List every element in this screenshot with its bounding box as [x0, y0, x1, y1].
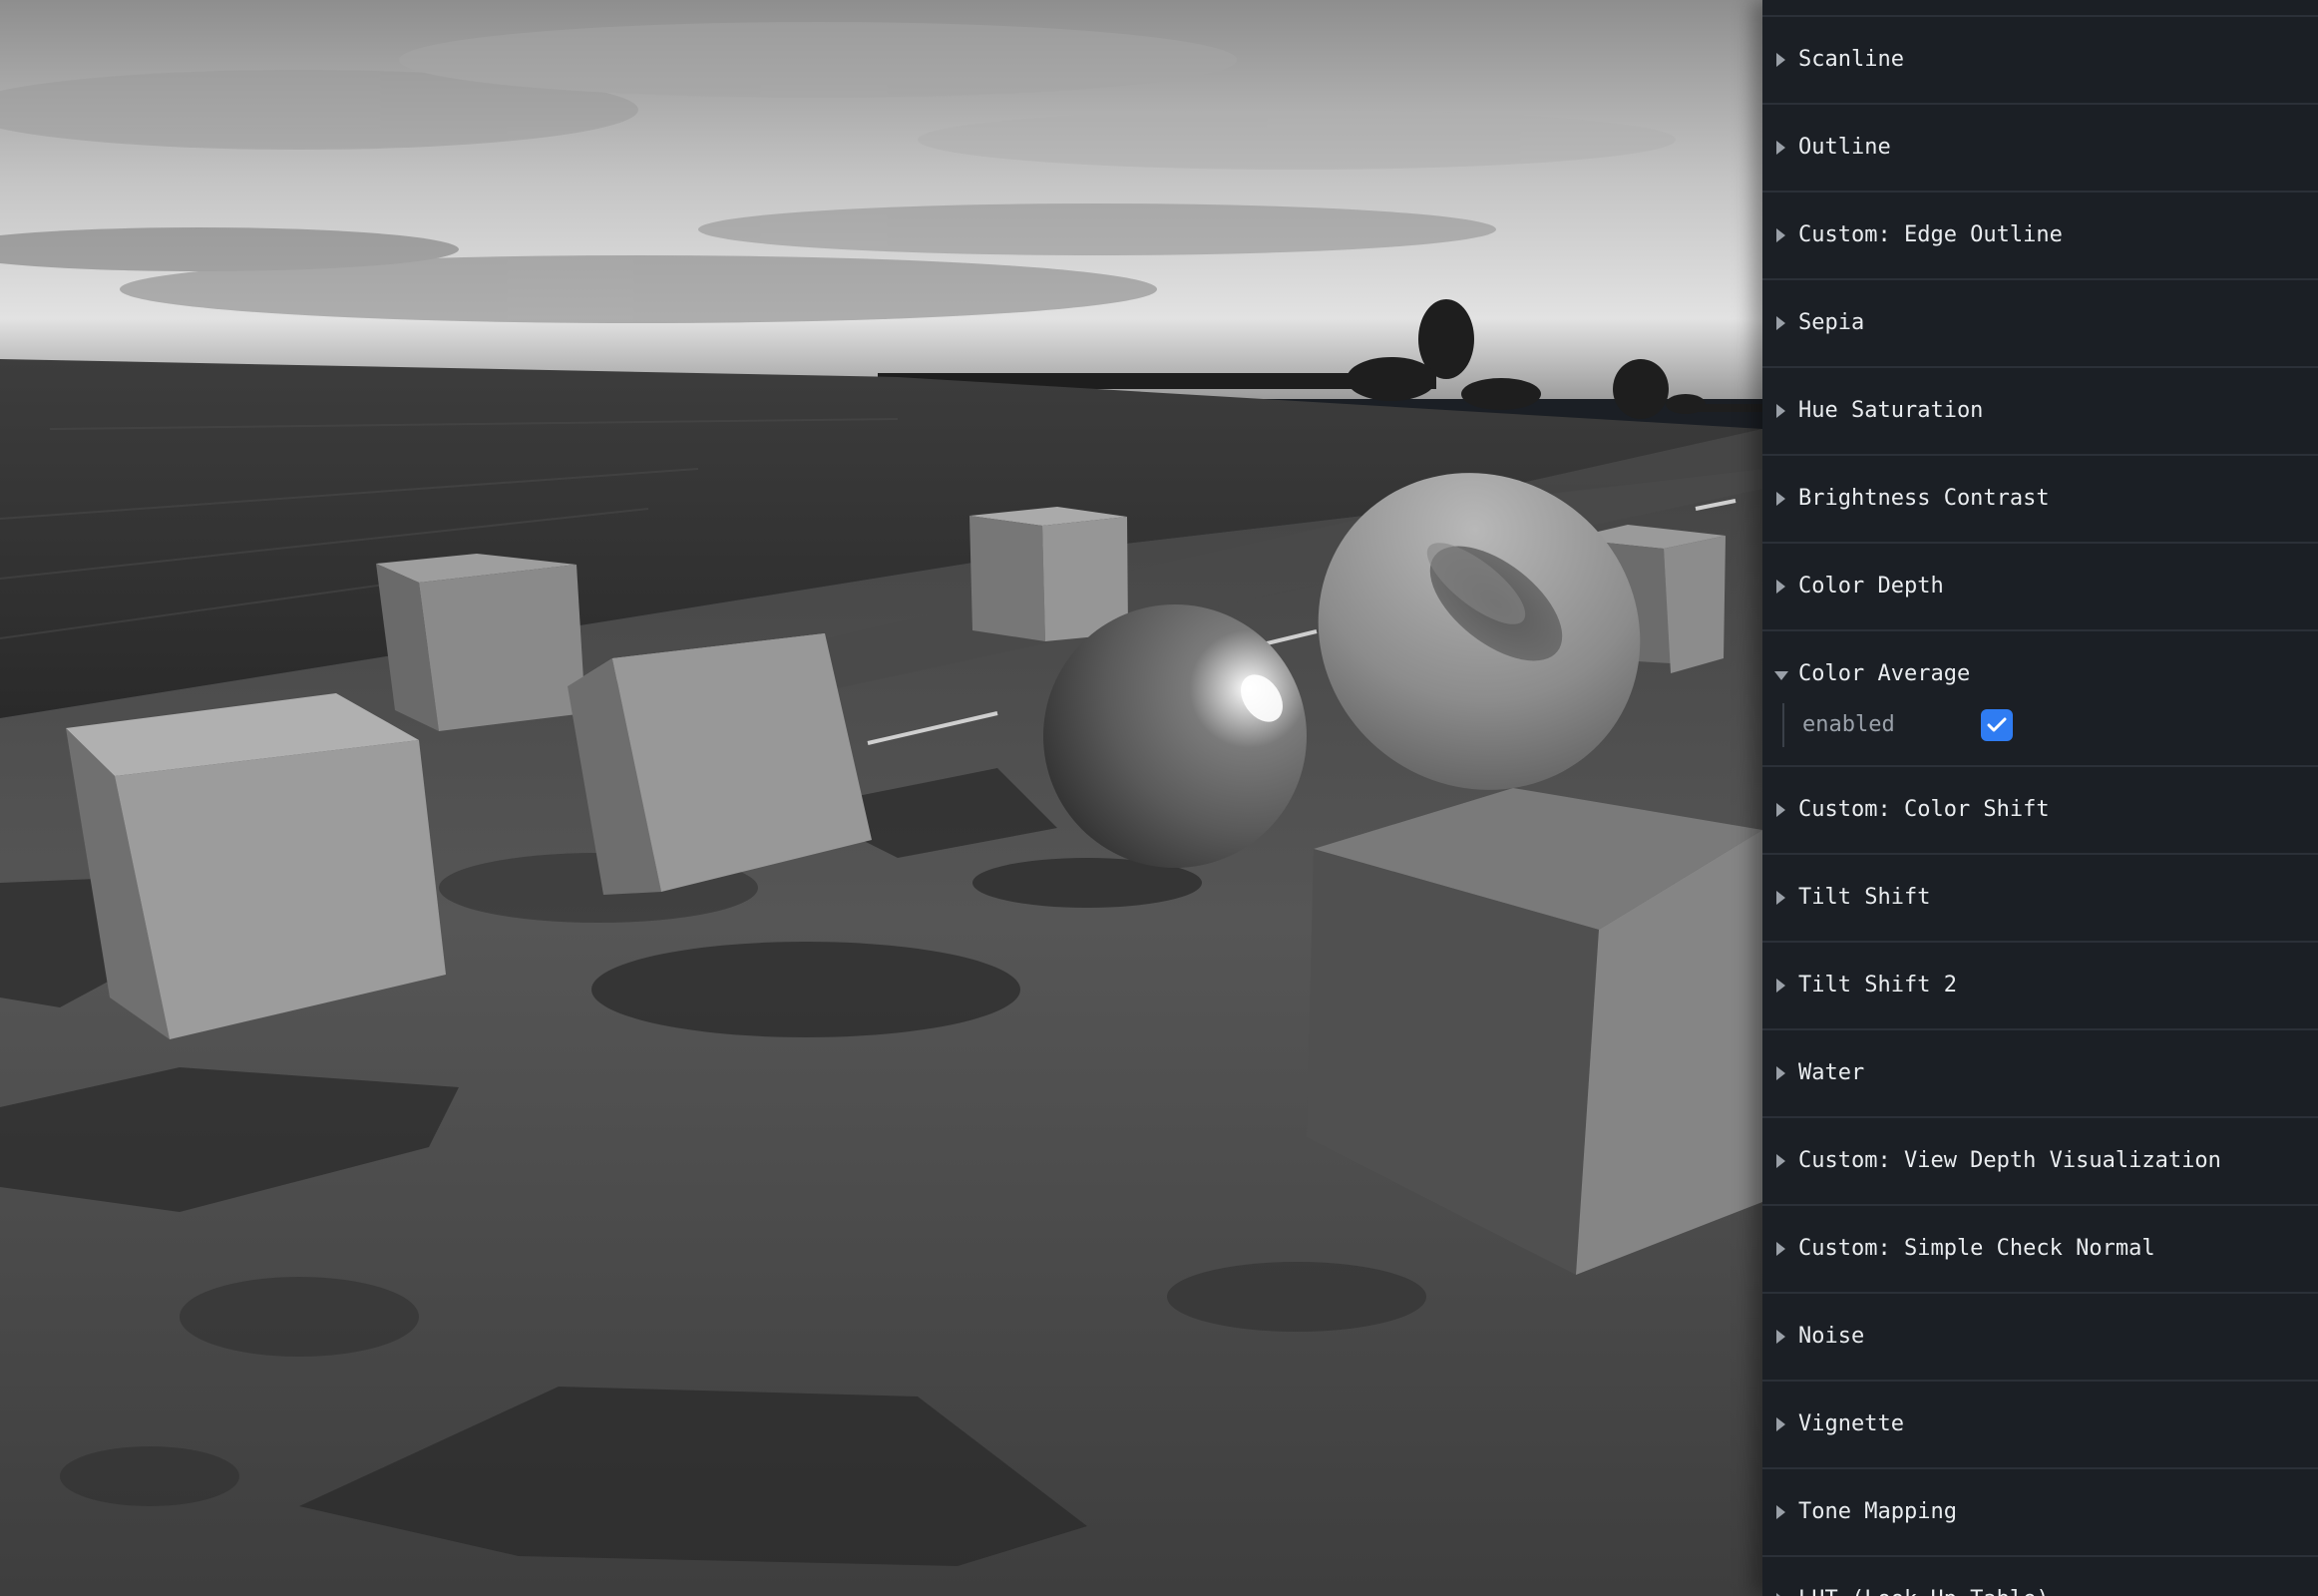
- folder-label: Hue Saturation: [1798, 398, 1984, 423]
- folder-label: Custom: Simple Check Normal: [1798, 1236, 2155, 1261]
- folder-label: Sepia: [1798, 310, 1865, 335]
- enabled-checkbox[interactable]: [1981, 709, 2013, 741]
- folder-label: Color Average: [1798, 661, 1971, 686]
- folder-label: LUT (Look Up Table): [1798, 1585, 2050, 1596]
- folder-label: Water: [1798, 1060, 1865, 1085]
- caret-right-icon: [1776, 1330, 1785, 1344]
- folder-tone-mapping[interactable]: Tone Mapping: [1762, 1469, 2318, 1557]
- folder-custom-color-shift[interactable]: Custom: Color Shift: [1762, 767, 2318, 855]
- folder-label: Custom: Edge Outline: [1798, 222, 2063, 247]
- caret-right-icon: [1776, 1505, 1785, 1519]
- folder-lut[interactable]: LUT (Look Up Table): [1762, 1557, 2318, 1596]
- folder-label: Custom: Color Shift: [1798, 797, 2050, 822]
- metallic-sphere[interactable]: [1043, 604, 1307, 868]
- panel-top-divider: [1762, 0, 2318, 17]
- caret-right-icon: [1776, 1242, 1785, 1256]
- folder-tilt-shift[interactable]: Tilt Shift: [1762, 855, 2318, 943]
- scene-viewport[interactable]: [0, 0, 1762, 1596]
- cube-front-left[interactable]: [66, 693, 446, 1039]
- caret-right-icon: [1776, 580, 1785, 594]
- folder-label: Tilt Shift 2: [1798, 973, 1957, 998]
- folder-label: Color Depth: [1798, 574, 1944, 598]
- caret-right-icon: [1776, 492, 1785, 506]
- folder-label: Brightness Contrast: [1798, 486, 2050, 511]
- folder-color-average[interactable]: Color Average enabled: [1762, 631, 2318, 767]
- caret-right-icon: [1776, 803, 1785, 817]
- folder-custom-edge-outline[interactable]: Custom: Edge Outline: [1762, 193, 2318, 280]
- control-label: enabled: [1802, 712, 1895, 737]
- caret-right-icon: [1776, 1066, 1785, 1080]
- caret-right-icon: [1776, 141, 1785, 155]
- caret-right-icon: [1776, 228, 1785, 242]
- controls-panel[interactable]: Scanline Outline Custom: Edge Outline Se…: [1762, 0, 2318, 1596]
- folder-label: Outline: [1798, 135, 1891, 160]
- folder-vignette[interactable]: Vignette: [1762, 1382, 2318, 1469]
- folder-outline[interactable]: Outline: [1762, 105, 2318, 193]
- caret-down-icon: [1774, 671, 1788, 680]
- folder-custom-simple-check-normal[interactable]: Custom: Simple Check Normal: [1762, 1206, 2318, 1294]
- folder-hue-saturation[interactable]: Hue Saturation: [1762, 368, 2318, 456]
- caret-right-icon: [1776, 53, 1785, 67]
- folder-sepia[interactable]: Sepia: [1762, 280, 2318, 368]
- folder-label: Tone Mapping: [1798, 1499, 1957, 1524]
- folder-water[interactable]: Water: [1762, 1030, 2318, 1118]
- folder-label: Vignette: [1798, 1411, 1904, 1436]
- folder-brightness-contrast[interactable]: Brightness Contrast: [1762, 456, 2318, 544]
- caret-right-icon: [1776, 1417, 1785, 1431]
- checkmark-icon: [1987, 717, 2007, 732]
- folder-tilt-shift-2[interactable]: Tilt Shift 2: [1762, 943, 2318, 1030]
- caret-right-icon: [1776, 1154, 1785, 1168]
- caret-right-icon: [1776, 316, 1785, 330]
- folder-scanline[interactable]: Scanline: [1762, 17, 2318, 105]
- control-row-enabled: enabled: [1782, 703, 2303, 747]
- folder-label: Scanline: [1798, 47, 1904, 72]
- folder-color-depth[interactable]: Color Depth: [1762, 544, 2318, 631]
- folder-custom-view-depth-visualization[interactable]: Custom: View Depth Visualization: [1762, 1118, 2318, 1206]
- folder-label: Tilt Shift: [1798, 885, 1931, 910]
- caret-right-icon: [1776, 404, 1785, 418]
- cube-back-left[interactable]: [376, 554, 585, 731]
- cube-far-center[interactable]: [969, 507, 1128, 641]
- folder-label: Noise: [1798, 1324, 1865, 1349]
- caret-right-icon: [1776, 891, 1785, 905]
- folder-noise[interactable]: Noise: [1762, 1294, 2318, 1382]
- caret-right-icon: [1776, 979, 1785, 993]
- folder-label: Custom: View Depth Visualization: [1798, 1148, 2221, 1173]
